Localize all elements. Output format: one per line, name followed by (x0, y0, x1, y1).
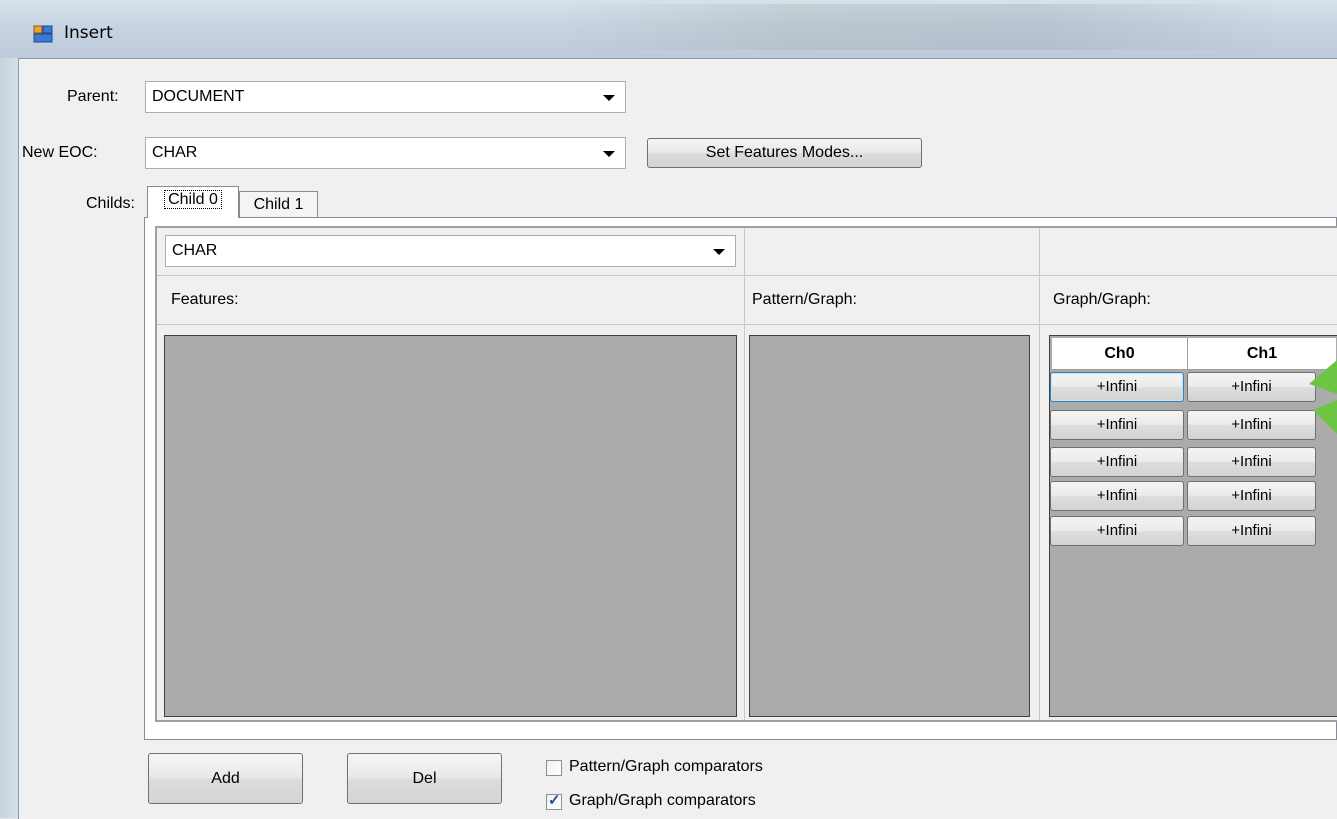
grid-cell-button[interactable]: +Infini (1050, 410, 1184, 440)
set-features-modes-button[interactable]: Set Features Modes... (647, 138, 922, 168)
chevron-down-icon[interactable] (603, 95, 615, 101)
parent-combobox[interactable]: DOCUMENT (145, 81, 626, 113)
grid-cell-button[interactable]: +Infini (1187, 516, 1316, 546)
grid-cell-button[interactable]: +Infini (1187, 372, 1316, 402)
del-button[interactable]: Del (347, 753, 502, 804)
graph-graph-comparators-label: Graph/Graph comparators (569, 792, 756, 809)
grid-cell-button[interactable]: +Infini (1187, 410, 1316, 440)
chevron-down-icon[interactable] (713, 249, 725, 255)
features-list[interactable] (164, 335, 737, 717)
new-eoc-label: New EOC: (22, 144, 98, 161)
child-type-combobox-value: CHAR (172, 242, 218, 259)
window-title: Insert (64, 23, 113, 43)
childs-label: Childs: (86, 195, 135, 212)
tab-child-1-label: Child 1 (253, 196, 304, 213)
grid-cell-button[interactable]: +Infini (1187, 481, 1316, 511)
checkmark-icon: ✓ (548, 792, 561, 809)
grid-cell-button[interactable]: +Infini (1050, 516, 1184, 546)
grid-cell-button[interactable]: +Infini (1050, 447, 1184, 477)
pattern-graph-comparators-label: Pattern/Graph comparators (569, 758, 763, 775)
parent-combobox-value: DOCUMENT (152, 88, 245, 105)
tab-child-1[interactable]: Child 1 (239, 191, 318, 218)
grid-cell-button[interactable]: +Infini (1050, 481, 1184, 511)
window-frame-left (0, 58, 18, 818)
row-divider (157, 275, 1337, 276)
features-header: Features: (171, 291, 239, 308)
tab-child-0-label: Child 0 (164, 190, 222, 209)
new-eoc-combobox-value: CHAR (152, 144, 198, 161)
grid-cell-button[interactable]: +Infini (1187, 447, 1316, 477)
row-divider (157, 324, 1337, 325)
pattern-graph-list[interactable] (749, 335, 1030, 717)
column-divider (744, 228, 745, 720)
new-eoc-combobox[interactable]: CHAR (145, 137, 626, 169)
annotation-arrow-icon (1309, 360, 1337, 434)
graph-graph-header: Graph/Graph: (1053, 291, 1151, 308)
add-button[interactable]: Add (148, 753, 303, 804)
pattern-graph-header: Pattern/Graph: (752, 291, 857, 308)
graph-graph-comparators-checkbox[interactable]: ✓ (546, 792, 562, 810)
chevron-down-icon[interactable] (603, 151, 615, 157)
column-divider (1039, 228, 1040, 720)
child-type-combobox[interactable]: CHAR (165, 235, 736, 267)
background-blur (560, 4, 1280, 50)
parent-label: Parent: (67, 88, 119, 105)
tab-child-0[interactable]: Child 0 (147, 186, 239, 218)
grid-column-header-ch0: Ch0 (1052, 338, 1188, 370)
window-icon (33, 25, 53, 43)
grid-cell-button[interactable]: +Infini (1050, 372, 1184, 402)
pattern-graph-comparators-checkbox[interactable] (546, 760, 562, 776)
title-bar: Insert (0, 0, 1337, 58)
